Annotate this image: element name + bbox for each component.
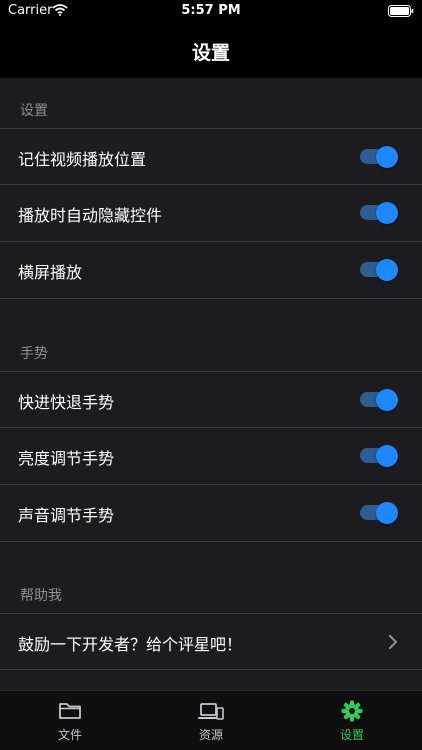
tab-label: 文件	[57, 728, 82, 742]
row-label: 快进快退手势	[18, 393, 115, 412]
setting-row-volume-gesture[interactable]: 声音调节手势	[0, 485, 422, 542]
tab-resources[interactable]: 资源	[141, 691, 281, 750]
tab-settings[interactable]: 设置	[282, 691, 422, 750]
toggle-knob	[376, 145, 398, 168]
toggle-knob	[376, 388, 398, 411]
auto-hide-controls-toggle[interactable]	[360, 201, 398, 224]
volume-gesture-toggle[interactable]	[360, 501, 398, 524]
setting-row-seek-gesture[interactable]: 快进快退手势	[0, 371, 422, 428]
status-bar: Carrier 5:57 PM	[0, 0, 422, 24]
section-header-gestures: 手势	[20, 346, 48, 362]
landscape-play-toggle[interactable]	[360, 258, 398, 281]
navigation-bar: 设置	[0, 24, 422, 78]
seek-gesture-toggle[interactable]	[360, 388, 398, 411]
row-label: 记住视频播放位置	[18, 150, 147, 169]
toggle-knob	[376, 258, 398, 281]
page-title: 设置	[191, 42, 230, 64]
toggle-knob	[376, 201, 398, 224]
folder-icon	[59, 703, 81, 719]
setting-row-remember-position[interactable]: 记住视频播放位置	[0, 128, 422, 185]
setting-row-auto-hide-controls[interactable]: 播放时自动隐藏控件	[0, 185, 422, 242]
toggle-knob	[376, 444, 398, 467]
rate-app-row[interactable]: 鼓励一下开发者？给个评星吧！	[0, 613, 422, 670]
tab-bar: 文件 资源 设置	[0, 690, 422, 750]
row-label: 鼓励一下开发者？给个评星吧！	[18, 635, 243, 654]
clock: 5:57 PM	[181, 3, 241, 18]
remember-position-toggle[interactable]	[360, 145, 398, 168]
tab-label: 资源	[198, 728, 223, 742]
brightness-gesture-toggle[interactable]	[360, 444, 398, 467]
setting-row-landscape-play[interactable]: 横屏播放	[0, 242, 422, 299]
setting-row-brightness-gesture[interactable]: 亮度调节手势	[0, 428, 422, 485]
chevron-right-icon	[389, 635, 397, 649]
section-header-help: 帮助我	[20, 588, 62, 604]
row-label: 播放时自动隐藏控件	[18, 206, 163, 225]
settings-list[interactable]: 设置 记住视频播放位置 播放时自动隐藏控件 横屏播放 手势 快进快退手势 亮度调…	[0, 78, 422, 690]
battery-icon	[388, 5, 414, 17]
tab-files[interactable]: 文件	[0, 691, 140, 750]
row-label: 声音调节手势	[18, 506, 115, 525]
row-label: 亮度调节手势	[18, 449, 115, 468]
gear-icon	[341, 700, 363, 722]
toggle-knob	[376, 501, 398, 524]
row-label: 横屏播放	[18, 263, 83, 282]
tab-label: 设置	[339, 728, 364, 742]
devices-icon	[198, 703, 224, 720]
section-header-settings: 设置	[20, 103, 48, 119]
